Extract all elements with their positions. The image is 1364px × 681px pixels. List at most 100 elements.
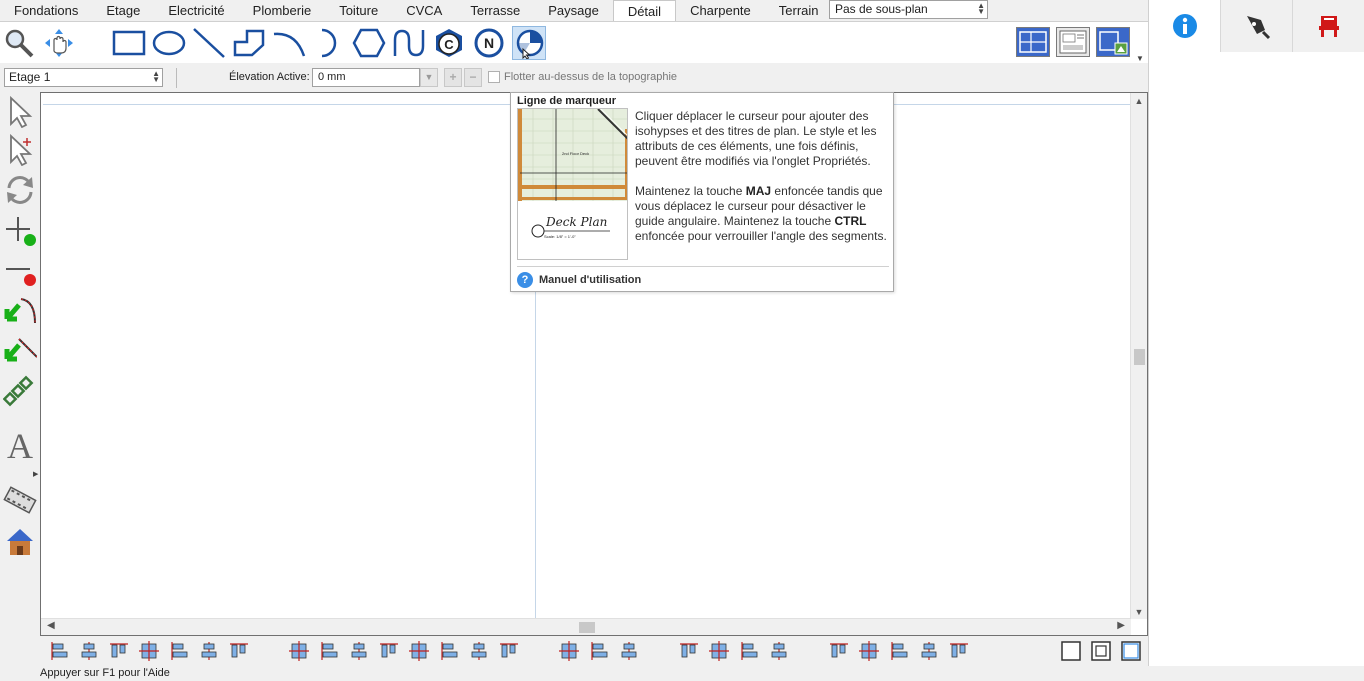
tab-5[interactable]: CVCA: [392, 0, 456, 21]
break-curve-icon[interactable]: [3, 332, 37, 368]
tab-8[interactable]: Détail: [612, 0, 677, 21]
tab-1[interactable]: Etage: [92, 0, 154, 21]
frame-icon[interactable]: [1060, 640, 1082, 662]
half-circle-icon[interactable]: [312, 26, 346, 60]
center-point-icon[interactable]: [738, 640, 760, 662]
distribute-left-icon[interactable]: [288, 640, 310, 662]
float-topography-checkbox[interactable]: [488, 71, 500, 83]
rectangle-icon[interactable]: [112, 26, 146, 60]
same-size-icon[interactable]: [618, 640, 640, 662]
break-line-icon[interactable]: [3, 292, 37, 328]
layout-view-icon[interactable]: [1056, 27, 1090, 57]
float-topography-label: Flotter au-dessus de la topographie: [504, 71, 678, 83]
shrink-icon[interactable]: [768, 640, 790, 662]
align-bottom-icon[interactable]: [228, 640, 250, 662]
distribute-top-icon[interactable]: [408, 640, 430, 662]
tab-6[interactable]: Terrasse: [456, 0, 534, 21]
plan-view-icon[interactable]: [1016, 27, 1050, 57]
frame-border-icon[interactable]: [1120, 640, 1142, 662]
tab-3[interactable]: Plomberie: [239, 0, 326, 21]
divider: [517, 266, 889, 267]
chain-icon[interactable]: [3, 372, 37, 408]
site-plan-view-icon[interactable]: [1096, 27, 1130, 57]
spline-icon[interactable]: [392, 26, 426, 60]
resize-height-icon[interactable]: [678, 640, 700, 662]
tooltip-paragraph-2: Maintenez la touche MAJ enfoncée tandis …: [635, 184, 891, 244]
same-height-icon[interactable]: [588, 640, 610, 662]
spin-arrows-icon: ▲ ▼: [152, 69, 160, 84]
text-icon[interactable]: A: [3, 426, 37, 462]
hexagon-icon[interactable]: [352, 26, 386, 60]
subplan-select[interactable]: Pas de sous-plan ▲ ▼: [829, 0, 988, 19]
north-arrow-icon[interactable]: N: [472, 26, 506, 60]
distribute-spacing-v-icon[interactable]: [498, 640, 520, 662]
frame-inner-icon[interactable]: [1090, 640, 1112, 662]
polyline-icon[interactable]: [232, 26, 266, 60]
taper-top-icon[interactable]: [888, 640, 910, 662]
align-top-icon[interactable]: [168, 640, 190, 662]
house-icon[interactable]: [3, 524, 37, 560]
distribute-right-icon[interactable]: [348, 640, 370, 662]
zoom-icon[interactable]: [2, 26, 36, 60]
center-box-icon[interactable]: [708, 640, 730, 662]
scroll-down-icon[interactable]: ▼: [1131, 607, 1147, 617]
floor-select[interactable]: Etage 1 ▲ ▼: [4, 68, 163, 87]
distribute-center-icon[interactable]: [318, 640, 340, 662]
same-width-icon[interactable]: [558, 640, 580, 662]
more-tools-icon[interactable]: ▶: [33, 470, 38, 478]
scroll-right-icon[interactable]: ▶: [1117, 620, 1125, 631]
align-center-h-icon[interactable]: [78, 640, 100, 662]
vertical-scrollbar[interactable]: ▲ ▼: [1130, 93, 1147, 619]
tab-2[interactable]: Electricité: [154, 0, 238, 21]
tab-4[interactable]: Toiture: [325, 0, 392, 21]
arc-icon[interactable]: [272, 26, 306, 60]
taper-bottom-icon[interactable]: [948, 640, 970, 662]
film-icon[interactable]: [3, 482, 37, 518]
elevation-plus-button[interactable]: +: [444, 68, 462, 87]
user-manual-link[interactable]: ? Manuel d'utilisation: [517, 272, 641, 288]
add-point-icon[interactable]: [3, 212, 37, 248]
tooltip-image-caption-scale: Scale: 1/8" = 1'-0": [544, 234, 576, 239]
svg-text:C: C: [444, 37, 454, 52]
scroll-up-icon[interactable]: ▲: [1131, 96, 1147, 106]
tooltip-preview-image: 2nd Floor Deck Deck Plan Scale: 1/8" = 1…: [517, 108, 628, 260]
rotate-icon[interactable]: [3, 172, 37, 208]
elevation-input[interactable]: 0 mm: [312, 68, 420, 87]
tab-0[interactable]: Fondations: [0, 0, 92, 21]
furniture-icon[interactable]: [1293, 0, 1364, 52]
tooltip-paragraph-1: Cliquer déplacer le curseur pour ajouter…: [635, 109, 877, 168]
copy-layer-icon[interactable]: [828, 640, 850, 662]
tool-ribbon: C N ▼: [0, 21, 1148, 63]
select-modify-icon[interactable]: [3, 132, 37, 168]
bowtie-icon[interactable]: [918, 640, 940, 662]
info-icon[interactable]: [1149, 0, 1221, 52]
horizontal-scroll-thumb[interactable]: [579, 622, 595, 633]
horizontal-scrollbar[interactable]: ◀ ▶: [41, 618, 1131, 635]
ribbon-dropdown-icon[interactable]: ▼: [1136, 54, 1144, 63]
align-middle-icon[interactable]: [198, 640, 220, 662]
align-right-icon[interactable]: [108, 640, 130, 662]
marker-line-icon[interactable]: [512, 26, 546, 60]
elevation-dropdown-button[interactable]: ▼: [420, 68, 438, 87]
tab-10[interactable]: Terrain: [765, 0, 833, 21]
ellipse-icon[interactable]: [152, 26, 186, 60]
pan-icon[interactable]: [42, 26, 76, 60]
scroll-left-icon[interactable]: ◀: [47, 620, 55, 631]
elevation-minus-button[interactable]: −: [464, 68, 482, 87]
tab-9[interactable]: Charpente: [676, 0, 765, 21]
tab-7[interactable]: Paysage: [534, 0, 613, 21]
align-left-icon[interactable]: [48, 640, 70, 662]
distribute-middle-icon[interactable]: [438, 640, 460, 662]
copyright-symbol-icon[interactable]: C: [432, 26, 466, 60]
line-icon[interactable]: [192, 26, 226, 60]
status-text: Appuyer sur F1 pour l'Aide: [40, 667, 170, 679]
remove-point-icon[interactable]: [3, 252, 37, 288]
align-center-icon[interactable]: [138, 640, 160, 662]
vertical-scroll-thumb[interactable]: [1134, 349, 1145, 365]
elevation-label: Élevation Active:: [229, 71, 310, 83]
pen-icon[interactable]: [1221, 0, 1293, 52]
distribute-bottom-icon[interactable]: [468, 640, 490, 662]
distribute-spacing-h-icon[interactable]: [378, 640, 400, 662]
select-icon[interactable]: [3, 94, 37, 130]
flip-left-icon[interactable]: [858, 640, 880, 662]
